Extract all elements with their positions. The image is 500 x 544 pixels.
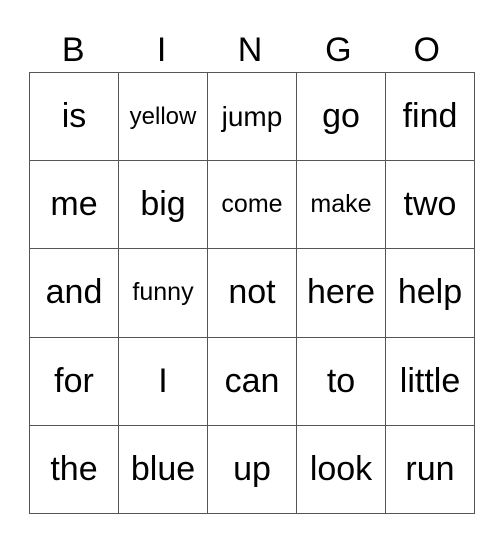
grid-row: for I can to little <box>29 336 475 426</box>
bingo-cell: funny <box>118 248 208 338</box>
bingo-cell: me <box>29 160 119 250</box>
bingo-grid: is yellow jump go find me big come make … <box>29 71 475 515</box>
header-letter-o: O <box>413 31 440 69</box>
header-letter-i: I <box>156 31 167 69</box>
bingo-cell: jump <box>207 71 297 162</box>
bingo-cell: up <box>207 424 297 515</box>
bingo-cell: two <box>385 160 475 250</box>
bingo-cell: for <box>29 336 119 426</box>
bingo-cell: come <box>207 160 297 250</box>
bingo-cell: not <box>207 248 297 338</box>
bingo-cell: is <box>29 71 119 162</box>
bingo-cell: little <box>385 336 475 426</box>
bingo-cell: help <box>385 248 475 338</box>
bingo-cell: can <box>207 336 297 426</box>
bingo-cell: look <box>296 424 386 515</box>
bingo-cell: and <box>29 248 119 338</box>
header-letter-g: G <box>325 31 352 69</box>
grid-row: and funny not here help <box>29 248 475 338</box>
header-letter-b: B <box>61 31 85 69</box>
bingo-cell: yellow <box>118 71 208 162</box>
bingo-cell: big <box>118 160 208 250</box>
header-letter-n: N <box>237 31 263 69</box>
grid-row: me big come make two <box>29 160 475 250</box>
bingo-cell: blue <box>118 424 208 515</box>
bingo-header: B I N G O <box>29 28 471 72</box>
bingo-cell: find <box>385 71 475 162</box>
bingo-cell: to <box>296 336 386 426</box>
grid-row: the blue up look run <box>29 424 475 515</box>
grid-row: is yellow jump go find <box>29 71 475 162</box>
bingo-cell: here <box>296 248 386 338</box>
bingo-cell: the <box>29 424 119 515</box>
bingo-cell: make <box>296 160 386 250</box>
bingo-cell: I <box>118 336 208 426</box>
bingo-cell: go <box>296 71 386 162</box>
bingo-cell: run <box>385 424 475 515</box>
